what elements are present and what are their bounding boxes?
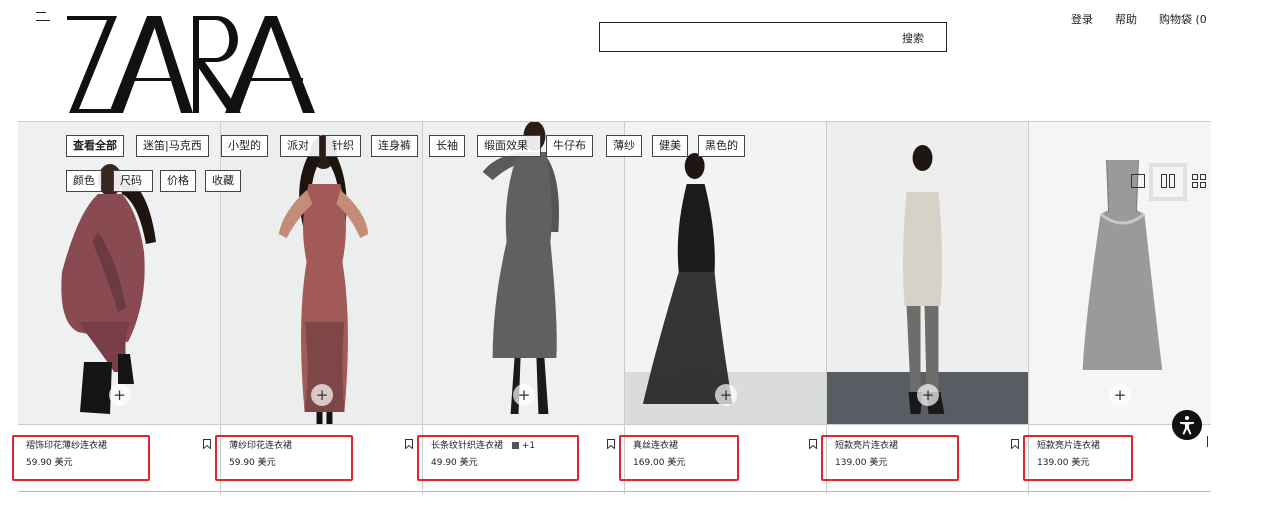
product-info: 薄纱印花连衣裙 59.90 美元 [215, 424, 423, 494]
product-image[interactable]: + [423, 122, 625, 424]
filter-chip-color[interactable]: 颜色 [66, 170, 102, 192]
login-link[interactable]: 登录 [1071, 11, 1093, 27]
product-info: 真丝连衣裙 169.00 美元 [619, 424, 827, 494]
product-card[interactable]: + 薄纱印花连衣裙 59.90 美元 [215, 122, 423, 494]
product-card[interactable]: + 真丝连衣裙 169.00 美元 [619, 122, 827, 494]
grid-view-icon[interactable] [1191, 173, 1207, 189]
filter-chip[interactable]: 针织 [325, 135, 361, 157]
filter-chip[interactable]: 缎面效果 [477, 135, 541, 157]
filter-chip[interactable]: 派对 [280, 135, 320, 157]
product-price: 49.90 美元 [431, 458, 478, 468]
filter-chip[interactable]: 小型的 [221, 135, 268, 157]
product-image[interactable]: + [827, 122, 1029, 424]
search-label: 搜索 [902, 32, 924, 45]
filter-chip[interactable]: 薄纱 [606, 135, 642, 157]
bookmark-icon[interactable] [809, 439, 817, 449]
add-to-bag-icon[interactable]: + [917, 384, 939, 406]
product-price: 139.00 美元 [835, 458, 888, 468]
product-info: 短款亮片连衣裙 139.00 美元 [821, 424, 1029, 494]
product-info: 褶饰印花薄纱连衣裙 59.90 美元 [12, 424, 221, 494]
add-to-bag-icon[interactable]: + [715, 384, 737, 406]
double-view-icon[interactable] [1160, 173, 1176, 189]
search-bar[interactable]: 搜索 [599, 22, 947, 52]
product-grid: + 褶饰印花薄纱连衣裙 59.90 美元 + 薄纱印花连衣裙 59.90 美元 … [12, 121, 1211, 495]
filter-chip[interactable]: 长袖 [429, 135, 465, 157]
cut-off-bookmark-icon[interactable] [1207, 436, 1208, 447]
color-swatch-icon[interactable] [511, 442, 519, 449]
product-price: 169.00 美元 [633, 458, 686, 468]
filter-chip-size[interactable]: 尺码 [113, 170, 153, 192]
filter-chip-price[interactable]: 价格 [160, 170, 196, 192]
product-name[interactable]: 薄纱印花连衣裙 [229, 438, 292, 451]
add-to-bag-icon[interactable]: + [311, 384, 333, 406]
single-view-icon[interactable] [1130, 173, 1146, 189]
filter-chip[interactable]: 黑色的 [698, 135, 745, 157]
zara-logo[interactable] [65, 12, 315, 113]
product-name[interactable]: 短款亮片连衣裙 [1037, 438, 1100, 451]
filter-chip[interactable]: 牛仔布 [546, 135, 593, 157]
product-image[interactable]: + [18, 122, 221, 424]
hamburger-menu-icon[interactable] [36, 12, 50, 22]
product-name-text: 长条纹针织连衣裙 [431, 441, 504, 451]
product-card[interactable]: + 长条纹针织连衣裙 +1 49.90 美元 [417, 122, 625, 494]
add-to-bag-icon[interactable]: + [1109, 384, 1131, 406]
filter-chip[interactable]: 健美 [652, 135, 688, 157]
bookmark-icon[interactable] [607, 439, 615, 449]
product-price: 59.90 美元 [26, 458, 73, 468]
product-info: 长条纹针织连衣裙 +1 49.90 美元 [417, 424, 625, 494]
add-to-bag-icon[interactable]: + [108, 384, 131, 406]
cart-link[interactable]: 购物袋 (0) [1159, 11, 1207, 27]
product-name[interactable]: 真丝连衣裙 [633, 438, 678, 451]
add-to-bag-icon[interactable]: + [513, 384, 535, 406]
filter-chip-view-all[interactable]: 查看全部 [66, 135, 124, 157]
filter-chip[interactable]: 连身裤 [371, 135, 418, 157]
more-colors-count[interactable]: +1 [522, 441, 535, 451]
bookmark-icon[interactable] [203, 439, 211, 449]
product-card[interactable]: + 短款亮片连衣裙 139.00 美元 [821, 122, 1029, 494]
product-name[interactable]: 长条纹针织连衣裙 +1 [431, 438, 535, 451]
product-image[interactable]: + [625, 122, 827, 424]
product-name[interactable]: 褶饰印花薄纱连衣裙 [26, 438, 107, 451]
help-link[interactable]: 帮助 [1115, 11, 1137, 27]
filter-chip-collection[interactable]: 收藏 [205, 170, 241, 192]
product-price: 59.90 美元 [229, 458, 276, 468]
filter-chip[interactable]: 迷笛|马克西 [136, 135, 209, 157]
product-image[interactable]: + [221, 122, 423, 424]
product-price: 139.00 美元 [1037, 458, 1090, 468]
product-name[interactable]: 短款亮片连衣裙 [835, 438, 898, 451]
grid-bottom-divider [18, 491, 1211, 492]
accessibility-icon[interactable] [1172, 410, 1202, 440]
bookmark-icon[interactable] [1011, 439, 1019, 449]
bookmark-icon[interactable] [405, 439, 413, 449]
